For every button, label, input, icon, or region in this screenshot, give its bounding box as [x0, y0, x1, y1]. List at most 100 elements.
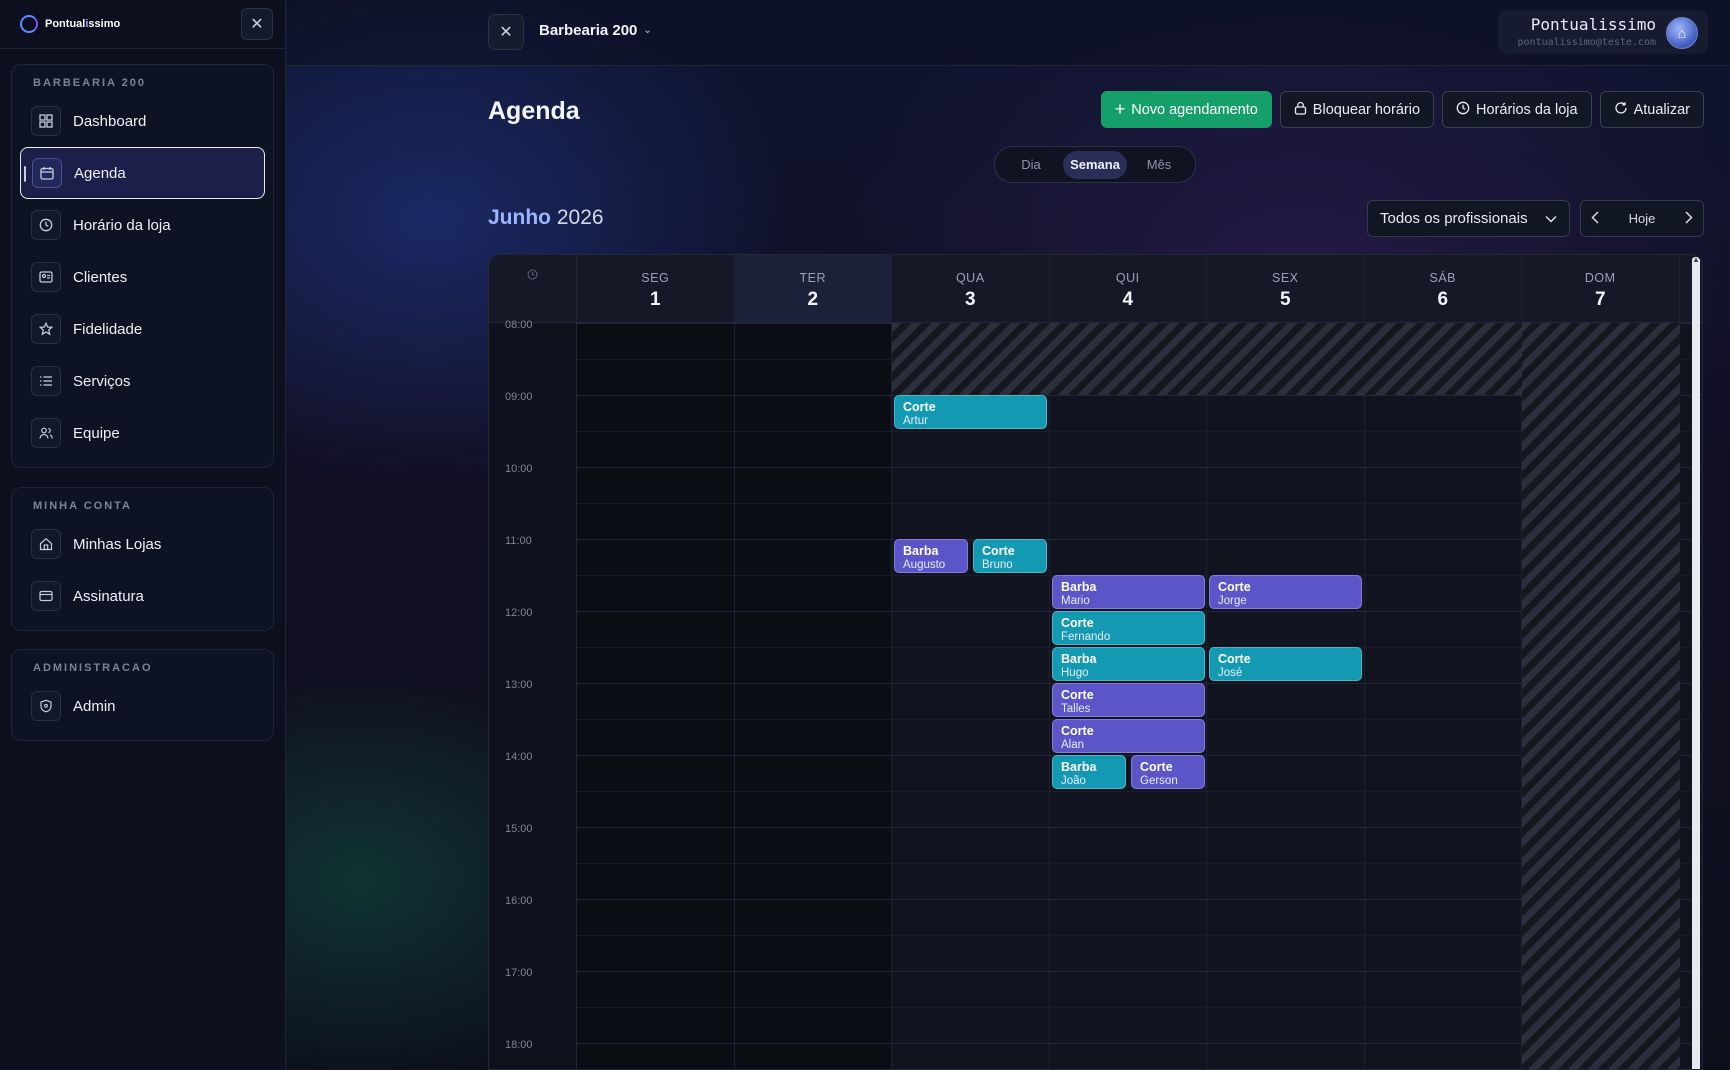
appointment-card[interactable]: Barba Hugo: [1052, 647, 1205, 681]
button-label: Novo agendamento: [1131, 101, 1258, 118]
contacts-icon: [31, 262, 61, 292]
avatar[interactable]: ⌂: [1666, 17, 1698, 49]
time-label: 18:00: [505, 1039, 533, 1051]
day-header-mon[interactable]: SEG 1: [577, 255, 735, 322]
appointment-client: José: [1218, 667, 1243, 679]
sidebar: Pontualissimo ✕ BARBEARIA 200 Dashboard …: [0, 0, 286, 1070]
day-header-fri[interactable]: SEX 5: [1207, 255, 1365, 322]
sidebar-item-my-stores[interactable]: Minhas Lojas: [20, 518, 265, 570]
appointment-service: Corte: [982, 544, 1015, 558]
view-day-tab[interactable]: Dia: [999, 151, 1063, 179]
clock-icon: [1456, 101, 1470, 119]
sidebar-item-label: Agenda: [74, 164, 126, 182]
appointment-card[interactable]: Corte Fernando: [1052, 611, 1205, 645]
day-column-mon[interactable]: [577, 323, 735, 1069]
brand[interactable]: Pontualissimo: [20, 15, 120, 33]
sidebar-item-label: Assinatura: [73, 587, 144, 605]
appointment-service: Corte: [1061, 688, 1094, 702]
chevron-right-icon[interactable]: [1685, 210, 1693, 227]
day-name: DOM: [1584, 271, 1616, 285]
time-label: 12:00: [505, 607, 533, 619]
day-name: SEG: [641, 271, 670, 285]
appointment-client: Jorge: [1218, 595, 1247, 607]
clock-icon: [31, 210, 61, 240]
day-column-fri[interactable]: [1207, 323, 1365, 1069]
blocked-time-slot[interactable]: [892, 323, 1522, 395]
view-toggle: Dia Semana Mês: [994, 146, 1196, 183]
brand-name: Pontualissimo: [45, 18, 121, 30]
sidebar-item-subscription[interactable]: Assinatura: [20, 570, 265, 622]
view-week-tab[interactable]: Semana: [1063, 150, 1127, 179]
sidebar-close-button[interactable]: ✕: [241, 8, 273, 40]
day-number: 6: [1437, 289, 1449, 310]
calendar-scrollbar[interactable]: [1692, 255, 1700, 1069]
store-selector[interactable]: Barbearia 200 ⌄: [539, 22, 652, 39]
appointment-card[interactable]: Corte Bruno: [973, 539, 1047, 573]
day-name: TER: [799, 271, 826, 285]
appointment-card[interactable]: Barba Mario: [1052, 575, 1205, 609]
time-label: 08:00: [505, 319, 533, 331]
appointment-client: Talles: [1061, 703, 1091, 715]
user-menu[interactable]: Pontualissimo pontualissimo@teste.com ⌂: [1498, 10, 1708, 54]
appointment-card[interactable]: Corte Jorge: [1209, 575, 1362, 609]
appointment-card[interactable]: Barba João: [1052, 755, 1126, 789]
sidebar-item-admin[interactable]: Admin: [20, 680, 265, 732]
sidebar-item-loyalty[interactable]: Fidelidade: [20, 303, 265, 355]
time-label: 16:00: [505, 895, 533, 907]
appointment-card[interactable]: Corte Talles: [1052, 683, 1205, 717]
time-label: 15:00: [505, 823, 533, 835]
day-header-sun[interactable]: DOM 7: [1522, 255, 1680, 322]
logo-icon: [20, 15, 38, 33]
day-column-wed[interactable]: [892, 323, 1050, 1069]
close-icon: ✕: [250, 16, 264, 33]
appointment-client: Artur: [903, 415, 928, 427]
appointment-card[interactable]: Corte Artur: [894, 395, 1047, 429]
appointment-service: Barba: [1061, 760, 1097, 774]
chevron-down-icon: [1545, 210, 1557, 227]
sidebar-item-team[interactable]: Equipe: [20, 407, 265, 459]
appointment-card[interactable]: Barba Augusto: [894, 539, 968, 573]
day-header-tue[interactable]: TER 2: [734, 255, 892, 322]
list-icon: [31, 366, 61, 396]
button-label: Bloquear horário: [1312, 101, 1421, 118]
week-calendar: SEG 1 TER 2 QUA 3 QUI 4 SEX 5 SÁB 6 DOM 7 08:00…: [488, 254, 1703, 1070]
button-label: Atualizar: [1633, 101, 1690, 118]
appointment-client: Bruno: [982, 559, 1013, 571]
store-hours-button[interactable]: Horários da loja: [1442, 91, 1592, 128]
sidebar-item-services[interactable]: Serviços: [20, 355, 265, 407]
star-icon: [31, 314, 61, 344]
appointment-service: Corte: [903, 400, 936, 414]
time-label: 17:00: [505, 967, 533, 979]
sidebar-item-agenda[interactable]: Agenda: [20, 147, 265, 199]
appointment-card[interactable]: Corte Alan: [1052, 719, 1205, 753]
refresh-button[interactable]: Atualizar: [1599, 91, 1704, 128]
time-label: 10:00: [505, 463, 533, 475]
block-time-button[interactable]: Bloquear horário: [1279, 91, 1435, 128]
users-icon: [31, 418, 61, 448]
appointment-service: Corte: [1061, 616, 1094, 630]
day-header-sat[interactable]: SÁB 6: [1365, 255, 1522, 322]
sidebar-item-label: Minhas Lojas: [73, 535, 162, 553]
appointment-card[interactable]: Corte Gerson: [1131, 755, 1205, 789]
day-column-sat[interactable]: [1365, 323, 1522, 1069]
sidebar-group-store: BARBEARIA 200 Dashboard Agenda Horário d…: [11, 64, 274, 468]
professional-filter-select[interactable]: Todos os profissionais: [1367, 200, 1570, 237]
appointment-client: Mario: [1061, 595, 1090, 607]
new-appointment-button[interactable]: + Novo agendamento: [1100, 91, 1272, 128]
sidebar-item-clients[interactable]: Clientes: [20, 251, 265, 303]
card-icon: [31, 581, 61, 611]
sidebar-item-dashboard[interactable]: Dashboard: [20, 95, 265, 147]
appointment-card[interactable]: Corte José: [1209, 647, 1362, 681]
sidebar-group-title: MINHA CONTA: [33, 500, 132, 512]
day-column-tue[interactable]: [734, 323, 892, 1069]
close-store-button[interactable]: ✕: [488, 14, 524, 50]
sidebar-item-store-hours[interactable]: Horário da loja: [20, 199, 265, 251]
chevron-left-icon[interactable]: [1591, 210, 1599, 227]
day-header-wed[interactable]: QUA 3: [892, 255, 1050, 322]
appointment-client: João: [1061, 775, 1086, 787]
sidebar-item-label: Horário da loja: [73, 216, 171, 234]
day-number: 3: [964, 289, 976, 310]
day-header-thu[interactable]: QUI 4: [1050, 255, 1207, 322]
today-button[interactable]: Hoje: [1629, 211, 1656, 226]
view-month-tab[interactable]: Mês: [1127, 151, 1191, 179]
